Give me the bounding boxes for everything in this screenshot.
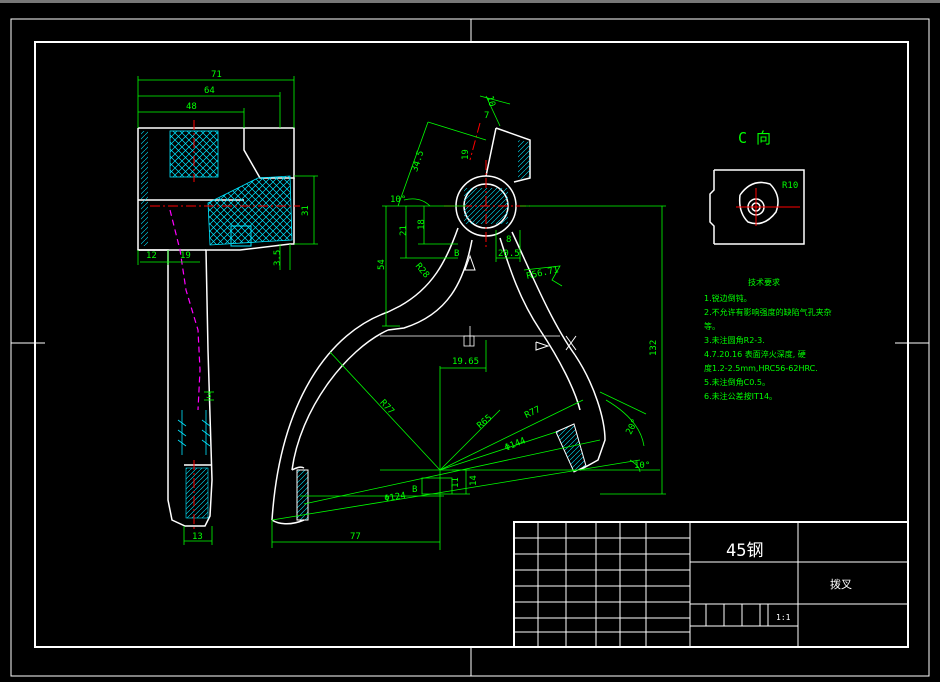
dim-phi144: Φ144: [503, 436, 527, 453]
dim-b-fork: B: [412, 485, 417, 495]
dim-71: 71: [211, 70, 222, 80]
title-part-name: 拨叉: [830, 577, 852, 591]
dim-64: 64: [204, 86, 215, 96]
dim-3-5: 3.5: [273, 250, 283, 266]
note-7: 5.未注倒角C0.5。: [704, 378, 770, 387]
title-scale: 1:1: [776, 613, 791, 622]
dim-54: 54: [377, 259, 387, 270]
main-view: 10 7 34.5 19 10° 21 18 54 R28 B 8 20.5 R…: [271, 95, 666, 550]
note-2: 2.不允许有影响强度的缺陷气孔夹杂: [704, 308, 832, 317]
note-6: 度1.2-2.5mm,HRC56-62HRC.: [704, 364, 818, 373]
dim-r65: R65: [475, 413, 494, 431]
dim-19-65: 19.65: [452, 357, 479, 367]
dim-8: 8: [506, 235, 511, 245]
note-1: 1.锐边倒钝。: [704, 294, 752, 303]
dim-10-deg-fork: 10°: [634, 461, 650, 471]
note-5: 4.7.20.16 表面淬火深度, 硬: [704, 350, 806, 359]
dim-48: 48: [186, 102, 197, 112]
dim-20-5: 20.5: [498, 249, 520, 259]
dim-11: 11: [451, 477, 461, 488]
dim-18: 18: [417, 219, 427, 230]
dim-13: 13: [192, 532, 203, 542]
note-4: 3.未注圆角R2-3.: [704, 336, 765, 345]
dim-19-main: 19: [461, 149, 471, 160]
dim-77: 77: [350, 532, 361, 542]
dim-phi124: Φ124: [384, 491, 407, 505]
dim-10-top: 10: [484, 95, 496, 108]
notes-heading: 技术要求: [748, 278, 780, 287]
dim-19-side: 19: [180, 251, 191, 261]
dim-34-5: 34.5: [410, 149, 426, 173]
view-c: C 向 R10: [709, 129, 805, 245]
title-material: 45钢: [726, 541, 763, 561]
dim-b-boss: B: [454, 249, 459, 259]
dim-10-deg-boss: 10°: [390, 195, 406, 205]
note-8: 6.未注公差按IT14。: [704, 392, 778, 401]
view-c-title: C 向: [738, 129, 771, 147]
dim-12: 12: [146, 251, 157, 261]
drawing-canvas: 71 64 48 31 12 19 3.5 3 13 10 7 34.5 19 …: [0, 0, 940, 677]
dim-r77-left: R77: [377, 398, 395, 417]
dim-21: 21: [399, 225, 409, 236]
dim-r56-71: R56.71: [526, 265, 560, 282]
dim-r28: R28: [413, 261, 431, 280]
dim-r77-right: R77: [523, 405, 542, 421]
sheet-frame: [10, 18, 930, 677]
view-c-radius: R10: [782, 181, 798, 191]
dim-3: 3: [206, 391, 211, 401]
side-view: 71 64 48 31 12 19 3.5 3 13: [137, 70, 318, 545]
dim-7: 7: [484, 111, 489, 121]
dim-20-deg: 20°: [625, 418, 641, 437]
dim-31: 31: [301, 205, 311, 216]
note-3: 等。: [704, 322, 720, 331]
dim-14: 14: [469, 475, 479, 486]
dim-132: 132: [649, 340, 659, 356]
